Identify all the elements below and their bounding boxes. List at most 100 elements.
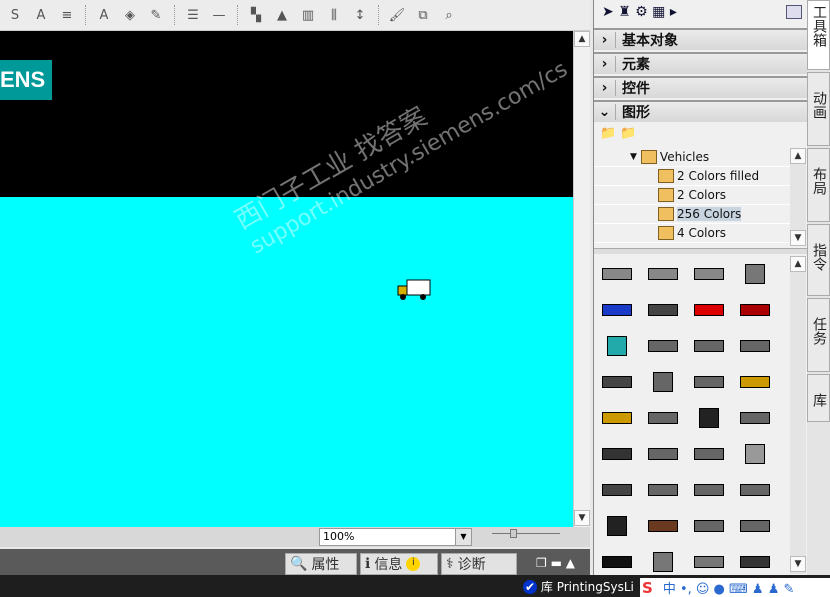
canvas-vertical-scrollbar[interactable]: ▲ ▼ (573, 31, 590, 527)
tree-item[interactable]: 2 Colors (594, 186, 790, 205)
splitter[interactable] (594, 248, 808, 254)
side-tab-2[interactable]: 布局 (807, 148, 830, 222)
window-controls[interactable]: ❐ ▬ ▲ (536, 556, 575, 570)
vehicle-graphic-icon[interactable] (688, 364, 730, 400)
info-badge-icon: i (406, 557, 421, 571)
tree-scrollbar[interactable]: ▲ ▼ (790, 148, 806, 246)
vehicle-graphic-icon[interactable] (596, 364, 638, 400)
vehicle-graphic-icon[interactable] (734, 400, 776, 436)
align-objects-icon[interactable]: ▲ (271, 5, 293, 25)
scroll-up-button[interactable]: ▲ (790, 148, 806, 164)
layer-icon[interactable]: ⧉ (412, 5, 434, 25)
scroll-down-button[interactable]: ▼ (790, 556, 806, 572)
side-tab-5[interactable]: 库 (807, 374, 830, 422)
gallery-scrollbar[interactable]: ▲ ▼ (790, 256, 806, 574)
vehicle-graphic-icon[interactable] (596, 256, 638, 292)
ime-icon[interactable]: S (640, 579, 653, 597)
tab-info[interactable]: ℹ 信息 i (360, 553, 438, 575)
new-folder-icon[interactable]: 📁 (600, 126, 616, 141)
vehicle-graphic-icon[interactable] (642, 544, 684, 580)
format-painter-icon[interactable]: 🖌 (386, 5, 408, 25)
section-graphics[interactable]: ⌄ 图形 (594, 100, 808, 122)
spacing-icon[interactable]: ⫼ (323, 5, 345, 25)
vehicle-graphic-icon[interactable] (642, 508, 684, 544)
zoom-slider[interactable] (492, 529, 560, 543)
side-tab-3[interactable]: 指令 (807, 224, 830, 296)
align-icon[interactable]: ≡ (56, 5, 78, 25)
height-icon[interactable]: ↕ (349, 5, 371, 25)
scroll-down-button[interactable]: ▼ (574, 510, 590, 526)
distribute-icon[interactable]: ▥ (297, 5, 319, 25)
vehicle-graphic-icon[interactable] (642, 436, 684, 472)
line-style-icon[interactable]: — (208, 5, 230, 25)
side-tab-1[interactable]: 动画 (807, 72, 830, 146)
tree-item[interactable]: 2 Colors filled (594, 167, 790, 186)
vehicle-graphic-icon[interactable] (734, 544, 776, 580)
vehicle-graphic-icon[interactable] (688, 292, 730, 328)
vehicle-graphic-icon[interactable] (734, 256, 776, 292)
vehicle-graphic-icon[interactable] (596, 400, 638, 436)
zoom-area-icon[interactable]: ⌕ (438, 5, 460, 25)
vehicle-graphic-icon[interactable] (688, 472, 730, 508)
vehicle-graphic-icon[interactable] (688, 256, 730, 292)
vehicle-graphic-icon[interactable] (642, 292, 684, 328)
vehicle-graphic-icon[interactable] (596, 472, 638, 508)
scroll-up-button[interactable]: ▲ (790, 256, 806, 272)
vehicle-graphic-icon[interactable] (642, 400, 684, 436)
graphics-tree: ▼ Vehicles 2 Colors filled 2 Colors 256 C… (594, 148, 790, 243)
scroll-up-button[interactable]: ▲ (574, 31, 590, 47)
chevron-down-icon[interactable]: ▼ (455, 529, 471, 545)
section-basic-objects[interactable]: › 基本对象 (594, 28, 808, 50)
vehicle-graphic-icon[interactable] (596, 508, 638, 544)
section-controls[interactable]: › 控件 (594, 76, 808, 98)
zoom-select[interactable]: 100% ▼ (319, 528, 472, 546)
vehicle-graphic-icon[interactable] (734, 436, 776, 472)
line-width-icon[interactable]: ☰ (182, 5, 204, 25)
scroll-down-button[interactable]: ▼ (790, 230, 806, 246)
system-tray: S中 •, ☺ ● ⌨ ♟ ♟ ✎ (640, 578, 830, 597)
vehicle-graphic-icon[interactable] (596, 292, 638, 328)
side-tab-0[interactable]: 工具箱 (807, 0, 830, 70)
toolbar-separator (174, 5, 175, 25)
font-size-icon[interactable]: A (30, 5, 52, 25)
vehicle-graphic-icon[interactable] (596, 436, 638, 472)
vehicle-graphic-icon[interactable] (688, 436, 730, 472)
vehicle-graphic-icon[interactable] (688, 328, 730, 364)
strikethrough-icon[interactable]: S (4, 5, 26, 25)
fill-color-icon[interactable]: ◈ (119, 5, 141, 25)
vehicle-graphic-icon[interactable] (596, 544, 638, 580)
toolbox-top-icons[interactable]: ➤ ♜ ⚙ ▦ ▸ (602, 4, 677, 20)
vehicle-graphic-icon[interactable] (642, 256, 684, 292)
section-elements[interactable]: › 元素 (594, 52, 808, 74)
line-color-icon[interactable]: ✎ (145, 5, 167, 25)
vehicle-graphic-icon[interactable] (688, 544, 730, 580)
vehicle-graphic-icon[interactable] (734, 328, 776, 364)
group-icon[interactable]: ▚ (245, 5, 267, 25)
vehicle-graphic-icon[interactable] (642, 472, 684, 508)
vehicle-graphic-icon[interactable] (734, 508, 776, 544)
view-toggle-icon[interactable] (786, 5, 802, 19)
tree-item[interactable]: 4 Colors (594, 224, 790, 243)
tree-item-selected[interactable]: 256 Colors (594, 205, 790, 224)
library-status[interactable]: ✔ 库 PrintingSysLi (523, 578, 634, 595)
truck-graphic[interactable] (397, 279, 431, 301)
vehicle-graphic-icon[interactable] (642, 364, 684, 400)
vehicle-graphic-icon[interactable] (642, 328, 684, 364)
vehicle-graphic-icon[interactable] (596, 328, 638, 364)
siemens-logo[interactable]: ENS (0, 60, 52, 100)
tab-diagnostics[interactable]: ⚕ 诊断 (441, 553, 517, 575)
vehicle-graphic-icon[interactable] (688, 400, 730, 436)
vehicle-graphic-icon[interactable] (688, 508, 730, 544)
toolbar-separator (378, 5, 379, 25)
folder-actions[interactable]: 📁 📁 (600, 126, 637, 141)
vehicle-graphic-icon[interactable] (734, 364, 776, 400)
tree-folder-vehicles[interactable]: ▼ Vehicles (594, 148, 790, 167)
vehicle-graphic-icon[interactable] (734, 472, 776, 508)
tray-icons[interactable]: 中 •, ☺ ● ⌨ ♟ ♟ ✎ (653, 582, 795, 597)
tab-properties[interactable]: 🔍 属性 (285, 553, 357, 575)
slider-thumb[interactable] (510, 529, 517, 538)
vehicle-graphic-icon[interactable] (734, 292, 776, 328)
side-tab-4[interactable]: 任务 (807, 298, 830, 372)
font-color-icon[interactable]: A (93, 5, 115, 25)
delete-folder-icon[interactable]: 📁 (620, 126, 636, 141)
